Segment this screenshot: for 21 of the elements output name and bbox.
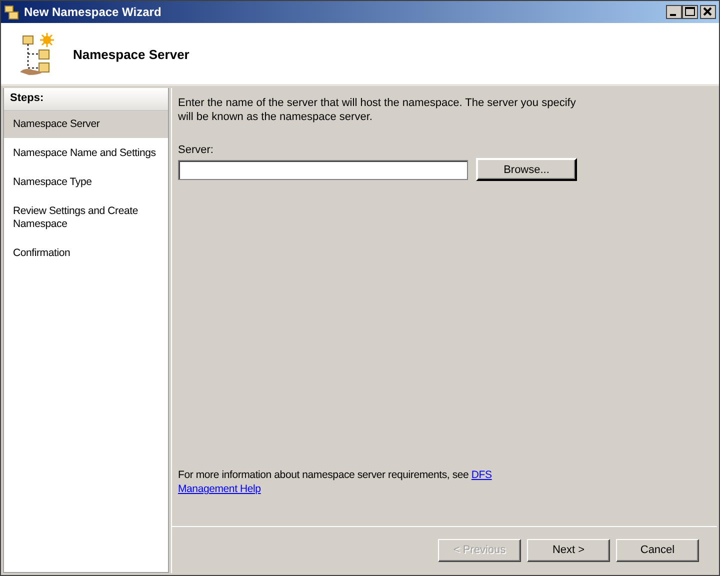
close-icon[interactable] — [700, 5, 716, 19]
page-title: Namespace Server — [73, 47, 190, 62]
minimize-icon[interactable] — [666, 5, 682, 19]
wizard-button[interactable]: Cancel — [616, 538, 699, 562]
steps-heading: Steps: — [4, 88, 168, 111]
help-text: For more information about namespace server requirements, see DFS Management Help — [178, 468, 493, 496]
step-item: Namespace Type — [12, 175, 93, 190]
maximize-icon[interactable] — [682, 5, 698, 19]
step-item: Namespace Server — [4, 111, 168, 138]
help-link[interactable]: Management Help — [178, 483, 261, 495]
folders-icon — [4, 4, 20, 20]
server-label: Server: — [178, 144, 214, 156]
browse-button[interactable]: Browse... — [476, 158, 577, 181]
instructions-text: Enter the name of the server that will host the namespace. The server you specify will be known as the namespace server. — [178, 96, 577, 124]
help-link[interactable]: DFS — [471, 469, 492, 481]
step-item: Namespace Name and Settings — [12, 146, 157, 161]
window-title: New Namespace Wizard — [24, 5, 162, 19]
server-field[interactable] — [178, 160, 468, 180]
step-item: Confirmation — [12, 246, 72, 261]
wizard-button[interactable]: Next > — [527, 538, 610, 562]
step-item: Review Settings and Create Namespace — [12, 204, 139, 232]
